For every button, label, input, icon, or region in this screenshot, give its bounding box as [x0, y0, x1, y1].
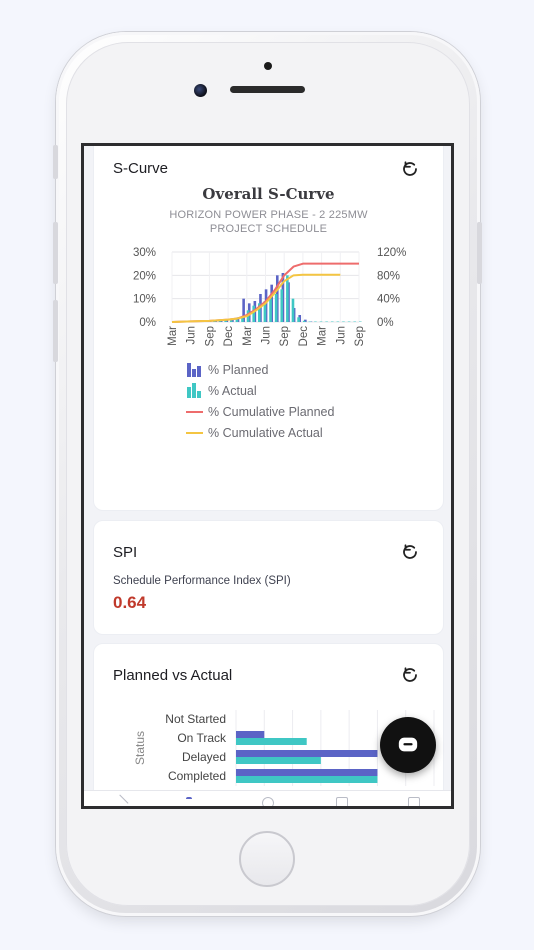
planned-bar: [236, 731, 265, 738]
y-tick-label-left: 0%: [139, 317, 156, 329]
x-tick-label: Jun: [335, 326, 347, 345]
bottom-nav: [84, 790, 451, 806]
chart-legend: % Planned % Actual % Cumulative Planned: [186, 359, 334, 443]
chat-button[interactable]: [380, 717, 436, 773]
mute-switch: [53, 145, 58, 179]
actual-bar: [274, 294, 278, 322]
x-tick-label: Jun: [261, 326, 273, 345]
card-title: Planned vs Actual: [113, 667, 233, 684]
volume-up-button: [53, 222, 58, 284]
home-nav-icon[interactable]: [111, 794, 129, 806]
legend-label: % Cumulative Actual: [208, 425, 323, 440]
y-tick-label-left: 10%: [133, 294, 156, 306]
x-tick-label: Jun: [186, 326, 198, 345]
category-label: On Track: [177, 731, 227, 745]
y-tick-label-right: 0%: [377, 317, 394, 329]
chart-nav-icon[interactable]: [186, 797, 192, 806]
category-label: Not Started: [165, 712, 226, 726]
actual-bar: [280, 289, 284, 322]
refresh-icon[interactable]: [401, 666, 419, 684]
home-button[interactable]: [239, 831, 295, 887]
chart-subtitle: HORIZON POWER PHASE - 2 225MW: [169, 209, 368, 221]
earpiece-speaker: [230, 86, 305, 93]
category-label: Completed: [168, 769, 226, 783]
card-title: S-Curve: [113, 160, 169, 177]
planned-bar: [236, 750, 378, 757]
proximity-sensor: [264, 62, 272, 70]
y-tick-label-right: 80%: [377, 270, 400, 282]
legend-label: % Planned: [208, 362, 269, 377]
spi-card: SPI Schedule Performance Index (SPI) 0.6…: [93, 520, 444, 635]
briefcase-nav-icon[interactable]: [336, 797, 348, 806]
legend-item-cum-planned[interactable]: % Cumulative Planned: [186, 401, 334, 422]
x-tick-label: Mar: [242, 326, 254, 346]
x-tick-label: Dec: [298, 326, 310, 347]
chart-subtitle: PROJECT SCHEDULE: [209, 223, 328, 235]
x-tick-label: Sep: [279, 326, 291, 346]
line-icon: [186, 425, 206, 441]
chat-icon: [398, 737, 418, 752]
legend-label: % Actual: [208, 383, 257, 398]
x-tick-label: Sep: [354, 326, 366, 346]
chart-title: Overall S-Curve: [202, 185, 335, 203]
planned-bar: [236, 769, 378, 776]
actual-bar: [297, 317, 300, 322]
menu-nav-icon[interactable]: [408, 797, 420, 806]
actual-bar: [252, 305, 256, 322]
card-title: SPI: [113, 544, 138, 561]
actual-bar: [269, 298, 272, 322]
actual-bar: [235, 319, 239, 322]
x-tick-label: Mar: [167, 326, 179, 346]
actual-bar: [286, 275, 289, 322]
actual-bar: [236, 738, 307, 745]
y-tick-label-right: 40%: [377, 294, 400, 306]
y-axis-label: Status: [133, 731, 147, 765]
power-button: [477, 222, 482, 284]
actual-bar: [291, 298, 295, 322]
actual-bar: [302, 320, 306, 322]
scurve-card: S-Curve Overall S-Curve HORIZON POWER PH…: [93, 146, 444, 511]
spi-label: Schedule Performance Index (SPI): [113, 575, 291, 587]
y-tick-label-right: 120%: [377, 247, 406, 259]
line-icon: [186, 404, 206, 420]
legend-item-cum-actual[interactable]: % Cumulative Actual: [186, 422, 334, 443]
actual-bar: [241, 318, 244, 322]
y-tick-label-left: 30%: [133, 247, 156, 259]
bar-icon: [186, 382, 206, 399]
legend-item-planned[interactable]: % Planned: [186, 359, 334, 380]
x-tick-label: Mar: [317, 326, 329, 346]
scurve-chart: 0% 0% 10% 40% 20% 80% 30% 120% Mar Jun Sep Dec Mar Ju…: [133, 247, 406, 347]
front-camera: [194, 84, 207, 97]
volume-down-button: [53, 300, 58, 362]
legend-item-actual[interactable]: % Actual: [186, 380, 334, 401]
app-screen: S-Curve Overall S-Curve HORIZON POWER PH…: [81, 143, 454, 809]
category-label: Delayed: [182, 750, 226, 764]
actual-bar: [236, 776, 378, 783]
legend-label: % Cumulative Planned: [208, 404, 335, 419]
y-tick-label-left: 20%: [133, 270, 156, 282]
x-tick-label: Dec: [223, 326, 235, 347]
x-tick-label: Sep: [204, 326, 216, 346]
profile-nav-icon[interactable]: [262, 797, 274, 806]
actual-bar: [236, 757, 321, 764]
bar-icon: [186, 362, 206, 378]
spi-value: 0.64: [113, 593, 147, 612]
refresh-icon[interactable]: [401, 543, 419, 561]
refresh-icon[interactable]: [401, 160, 419, 178]
actual-bar: [229, 320, 233, 322]
